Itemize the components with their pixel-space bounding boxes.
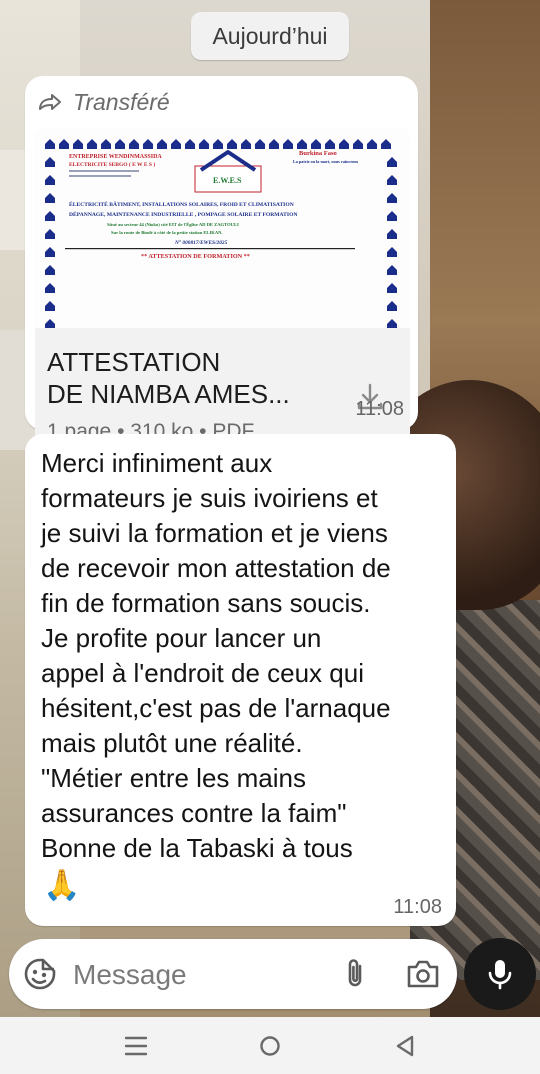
preview-address-2: Sur la route de Bindé à côté de la petit…	[111, 230, 223, 235]
document-preview[interactable]: ENTREPRISE WENDINMASSIDA ELECTRICITE SEB…	[35, 128, 410, 328]
preview-address-1: Situé au secteur 44 (Nioko) cité EIT de …	[107, 222, 239, 227]
paperclip-icon[interactable]	[340, 957, 370, 991]
document-message-bubble[interactable]: Transféré ENTREPRISE WENDINMASSIDA ELECT…	[25, 76, 418, 461]
forwarded-indicator: Transféré	[37, 86, 170, 118]
preview-company-name: ENTREPRISE WENDINMASSIDA	[69, 154, 162, 160]
preview-services-1: ÉLECTRICITÉ BÂTIMENT, INSTALLATIONS SOLA…	[69, 200, 294, 208]
microphone-button[interactable]	[464, 938, 536, 1010]
forwarded-label: Transféré	[73, 88, 170, 115]
preview-attestation-heading: ** ATTESTATION DE FORMATION **	[141, 253, 250, 260]
preview-services-2: DÉPANNAGE, MAINTENANCE INDUSTRIELLE , PO…	[69, 210, 298, 218]
microphone-icon	[488, 960, 512, 990]
message-composer	[9, 939, 457, 1009]
document-title: ATTESTATION DE NIAMBA AMES...	[47, 347, 290, 409]
recent-apps-icon[interactable]	[124, 1035, 148, 1057]
praying-hands-emoji: 🙏	[43, 869, 81, 902]
preview-company-subname: ELECTRICITE SEBGO ( E W E S )	[69, 161, 155, 168]
preview-motto: La patrie ou la mort, nous vaincrons	[293, 159, 359, 164]
preview-country: Burkina Faso	[299, 150, 337, 157]
emoji-icon[interactable]	[23, 957, 57, 991]
message-text: Merci infiniment aux formateurs je suis …	[41, 448, 391, 863]
ewes-logo: E.W.E.S	[194, 150, 262, 193]
home-icon[interactable]	[259, 1035, 281, 1057]
text-message-bubble[interactable]: Merci infiniment aux formateurs je suis …	[25, 434, 456, 926]
date-chip: Aujourd’hui	[191, 12, 349, 60]
camera-icon[interactable]	[405, 958, 441, 990]
message-time: 11:08	[393, 896, 442, 918]
attestation-thumbnail: ENTREPRISE WENDINMASSIDA ELECTRICITE SEB…	[45, 139, 397, 328]
svg-text:E.W.E.S: E.W.E.S	[213, 176, 242, 185]
message-time: 11:08	[355, 398, 404, 420]
message-input[interactable]	[71, 952, 325, 998]
preview-reference: N° 000817/EWES/2025	[174, 239, 228, 246]
system-navigation-bar	[0, 1017, 540, 1074]
forward-icon	[39, 94, 61, 110]
back-icon[interactable]	[394, 1034, 416, 1058]
